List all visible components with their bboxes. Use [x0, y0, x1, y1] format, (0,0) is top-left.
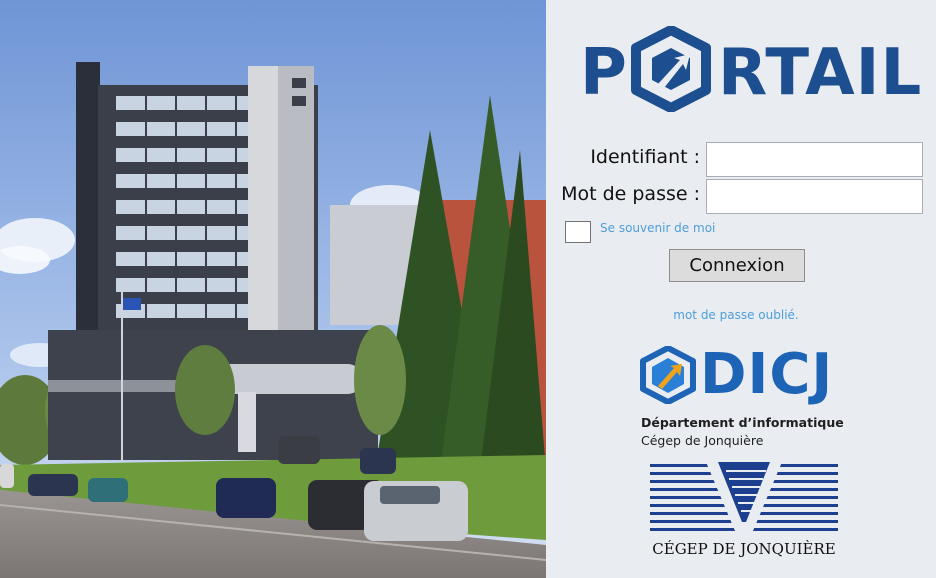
- password-input[interactable]: [706, 179, 923, 214]
- remember-me-checkbox[interactable]: [565, 221, 591, 243]
- remember-me-label[interactable]: Se souvenir de moi: [600, 221, 715, 235]
- dicj-logo: DICJ Département d’informatique Cégep de…: [640, 342, 844, 453]
- portail-o-icon: [631, 26, 711, 112]
- forgot-password-link[interactable]: mot de passe oublié.: [546, 308, 926, 322]
- dicj-hexagon-icon: [640, 346, 696, 404]
- password-label: Mot de passe :: [561, 183, 700, 205]
- campus-photo: [0, 0, 546, 578]
- login-panel: P RTAIL Identifiant : Mot de passe : Se …: [546, 0, 936, 578]
- dicj-letters: DICJ: [700, 342, 834, 407]
- identifiant-input[interactable]: [706, 142, 923, 177]
- dicj-college-text: Cégep de Jonquière: [641, 433, 764, 448]
- portail-logo: P RTAIL: [580, 24, 921, 116]
- connexion-button[interactable]: Connexion: [669, 249, 805, 282]
- cegep-caption: CÉGEP DE JONQUIÈRE: [652, 540, 836, 558]
- identifiant-label: Identifiant :: [590, 146, 700, 168]
- logo-text-p: P: [580, 36, 628, 110]
- campus-photo-illustration: [0, 0, 546, 578]
- cegep-logo: CÉGEP DE JONQUIÈRE: [646, 462, 838, 567]
- dicj-department-text: Département d’informatique: [641, 415, 844, 430]
- cegep-stripes-emblem: [650, 462, 838, 538]
- logo-text-rtail: RTAIL: [718, 36, 923, 110]
